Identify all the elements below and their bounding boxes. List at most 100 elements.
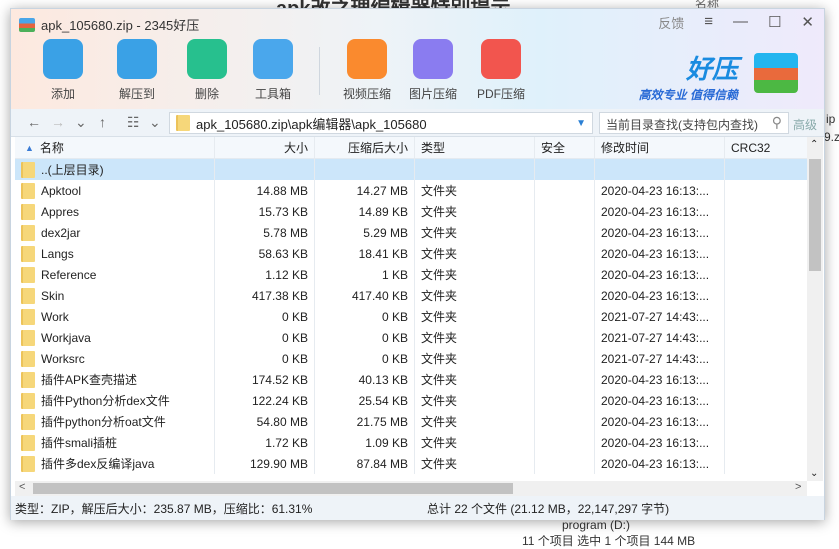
table-row[interactable]: 插件Python分析dex文件 122.24 KB 25.54 KB 文件夹 2020-…: [15, 390, 807, 411]
cell-size: 0 KB: [215, 348, 315, 369]
toolbar-label: 删除: [194, 87, 219, 101]
file-list: ▲ 名称 大小 压缩后大小 类型 安全 修改时间 CRC32 ..(上层目录) Apktool 1…: [15, 137, 807, 481]
toolbar-button-2[interactable]: 删除: [177, 39, 237, 102]
advanced-search-link[interactable]: 高级: [793, 116, 817, 133]
app-icon: [19, 17, 35, 32]
table-row[interactable]: Worksrc 0 KB 0 KB 文件夹 2021-07-27 14:43:...: [15, 348, 807, 369]
table-row[interactable]: Workjava 0 KB 0 KB 文件夹 2021-07-27 14:43:...: [15, 327, 807, 348]
vertical-scrollbar[interactable]: ⌃ ⌄: [807, 137, 823, 481]
history-chevron-icon[interactable]: ⌄: [75, 114, 87, 131]
maximize-button[interactable]: ☐: [768, 13, 781, 32]
column-header[interactable]: 安全: [535, 137, 595, 158]
scroll-right-icon[interactable]: >: [795, 481, 801, 493]
toolbar-button-6[interactable]: PDF压缩: [471, 39, 531, 102]
cell-type: 文件夹: [415, 369, 535, 390]
toolbar-button-0[interactable]: 添加: [33, 39, 93, 102]
table-row[interactable]: Work 0 KB 0 KB 文件夹 2021-07-27 14:43:...: [15, 306, 807, 327]
toolbox-icon: [253, 39, 293, 79]
scrollbar-thumb[interactable]: [33, 483, 513, 494]
cell-name: 插件smali插桩: [15, 432, 215, 453]
folder-icon: [21, 455, 35, 472]
cell-type: 文件夹: [415, 180, 535, 201]
back-arrow-icon[interactable]: ←: [27, 114, 41, 130]
table-row[interactable]: Apktool 14.88 MB 14.27 MB 文件夹 2020-04-23 16:…: [15, 180, 807, 201]
video-compress-icon: [347, 39, 387, 79]
cell-size: 122.24 KB: [215, 390, 315, 411]
up-arrow-icon[interactable]: ↑: [99, 114, 106, 130]
table-row[interactable]: 插件APK查壳描述 174.52 KB 40.13 KB 文件夹 2020-04-23 …: [15, 369, 807, 390]
column-header-row: ▲ 名称 大小 压缩后大小 类型 安全 修改时间 CRC32: [15, 137, 807, 159]
cell-text: Workjava: [41, 330, 91, 345]
scrollbar-thumb[interactable]: [809, 159, 821, 271]
cell-text: 2020-04-23 16:13:...: [601, 456, 710, 471]
menu-icon[interactable]: ≡: [704, 13, 713, 32]
background-fragment: ip: [826, 112, 836, 126]
column-header[interactable]: 类型: [415, 137, 535, 158]
toolbar-button-3[interactable]: 工具箱: [243, 39, 303, 102]
column-header[interactable]: CRC32: [725, 137, 807, 158]
cell-text: 文件夹: [421, 289, 458, 303]
table-row[interactable]: 插件python分析oat文件 54.80 MB 21.75 MB 文件夹 2020-0…: [15, 411, 807, 432]
cell-text: 15.73 KB: [258, 204, 308, 219]
feedback-button[interactable]: 反馈: [658, 13, 684, 32]
cell-text: 0 KB: [381, 351, 408, 366]
window-title: apk_105680.zip - 2345好压: [41, 18, 200, 33]
folder-icon: [21, 392, 35, 409]
cell-text: 插件smali插桩: [41, 436, 118, 450]
forward-arrow-icon[interactable]: →: [51, 114, 65, 130]
cell-text: 2021-07-27 14:43:...: [601, 351, 710, 366]
column-header[interactable]: 大小: [215, 137, 315, 158]
logo-box-icon: [754, 53, 798, 93]
cell-packed: 18.41 KB: [315, 243, 415, 264]
table-row[interactable]: Reference 1.12 KB 1 KB 文件夹 2020-04-23 16:13:…: [15, 264, 807, 285]
search-icon[interactable]: ⚲: [772, 114, 782, 131]
column-label: 安全: [541, 141, 566, 155]
column-header[interactable]: ▲ 名称: [15, 137, 215, 158]
cell-text: 54.80 MB: [256, 414, 308, 429]
column-label: 修改时间: [601, 141, 650, 155]
scroll-up-icon[interactable]: ⌃: [810, 139, 818, 150]
column-label: 压缩后大小: [347, 141, 408, 155]
cell-text: 文件夹: [421, 268, 458, 282]
close-button[interactable]: ✕: [801, 13, 814, 32]
cell-name: 插件python分析oat文件: [15, 411, 215, 432]
table-row[interactable]: Langs 58.63 KB 18.41 KB 文件夹 2020-04-23 16:13…: [15, 243, 807, 264]
cell-time: 2020-04-23 16:13:...: [595, 411, 725, 432]
minimize-button[interactable]: —: [733, 13, 748, 32]
cell-time: 2021-07-27 14:43:...: [595, 327, 725, 348]
cell-text: 58.63 KB: [258, 246, 308, 261]
column-header[interactable]: 压缩后大小: [315, 137, 415, 158]
logo-text: 好压: [685, 54, 738, 84]
cell-text: 122.24 KB: [251, 393, 308, 408]
cell-safe: [535, 306, 595, 327]
table-row[interactable]: dex2jar 5.78 MB 5.29 MB 文件夹 2020-04-23 16:13…: [15, 222, 807, 243]
cell-type: 文件夹: [415, 390, 535, 411]
view-mode-icon[interactable]: ☷: [127, 114, 140, 131]
cell-time: 2020-04-23 16:13:...: [595, 180, 725, 201]
cell-name: Reference: [15, 264, 215, 285]
folder-icon: [21, 161, 35, 178]
column-header[interactable]: 修改时间: [595, 137, 725, 158]
cell-text: 2020-04-23 16:13:...: [601, 246, 710, 261]
cell-time: 2021-07-27 14:43:...: [595, 348, 725, 369]
scroll-left-icon[interactable]: <: [19, 481, 25, 493]
address-bar[interactable]: apk_105680.zip\apk编辑器\apk_105680 ▼: [169, 112, 593, 134]
toolbar-button-1[interactable]: 解压到: [107, 39, 167, 102]
table-row[interactable]: 插件多dex反编译java 129.90 MB 87.84 MB 文件夹 2020-04…: [15, 453, 807, 474]
dropdown-arrow-icon[interactable]: ▼: [576, 118, 586, 129]
table-row[interactable]: ..(上层目录): [15, 159, 807, 180]
scroll-down-icon[interactable]: ⌄: [810, 468, 818, 479]
toolbar-button-4[interactable]: 视频压缩: [337, 39, 397, 102]
cell-crc: [725, 348, 807, 369]
horizontal-scrollbar[interactable]: < >: [15, 481, 807, 496]
table-row[interactable]: Appres 15.73 KB 14.89 KB 文件夹 2020-04-23 16:1…: [15, 201, 807, 222]
toolbar-button-5[interactable]: 图片压缩: [403, 39, 463, 102]
folder-icon: [176, 115, 190, 131]
cell-text: 0 KB: [381, 309, 408, 324]
search-input[interactable]: 当前目录查找(支持包内查找) ⚲: [599, 112, 789, 134]
view-chevron-icon[interactable]: ⌄: [149, 114, 161, 131]
cell-name: dex2jar: [15, 222, 215, 243]
cell-type: 文件夹: [415, 348, 535, 369]
table-row[interactable]: 插件smali插桩 1.72 KB 1.09 KB 文件夹 2020-04-23 16:…: [15, 432, 807, 453]
table-row[interactable]: Skin 417.38 KB 417.40 KB 文件夹 2020-04-23 16:1…: [15, 285, 807, 306]
